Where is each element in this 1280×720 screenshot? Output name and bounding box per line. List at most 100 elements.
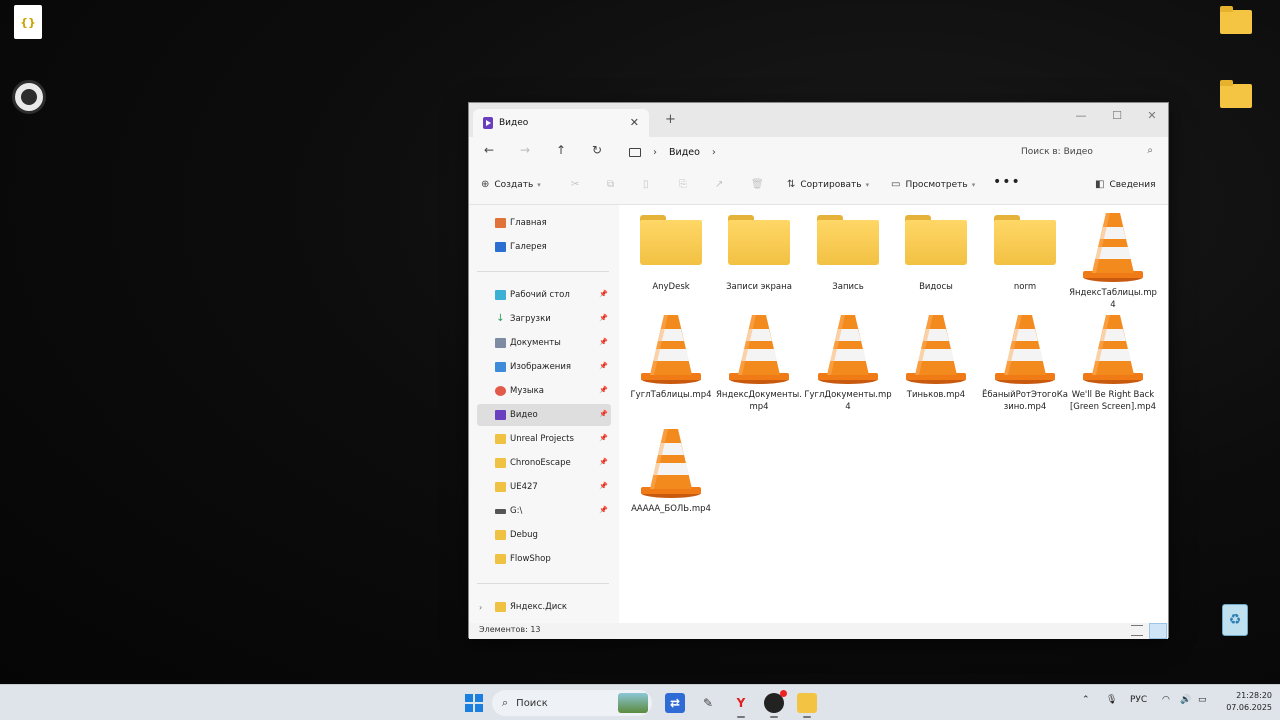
- close-button[interactable]: ✕: [1136, 105, 1168, 125]
- running-indicator: [803, 716, 811, 718]
- tab-video[interactable]: Видео ✕: [473, 109, 649, 137]
- details-pane-icon: ◧: [1095, 179, 1105, 190]
- sidebar-item[interactable]: UE427 📌: [477, 476, 611, 498]
- language-indicator[interactable]: РУС: [1130, 695, 1147, 705]
- file-name: Запись: [832, 282, 864, 292]
- details-view-icon[interactable]: [1131, 625, 1143, 636]
- video-file-item[interactable]: ЁбаныйРотЭтогоКазино.mp4: [981, 313, 1069, 413]
- folder-item[interactable]: AnyDesk: [627, 211, 715, 293]
- forward-button[interactable]: →: [515, 143, 535, 161]
- large-icons-view-icon[interactable]: [1149, 623, 1167, 639]
- clock[interactable]: 21:28:20 07.06.2025: [1220, 690, 1272, 714]
- sidebar-item[interactable]: Документы 📌: [477, 332, 611, 354]
- plus-circle-icon: ⊕: [481, 179, 490, 190]
- chevron-right-icon[interactable]: ›: [712, 147, 716, 158]
- sort-label: Сортировать: [800, 179, 862, 190]
- sidebar-item[interactable]: Главная: [477, 212, 611, 234]
- battery-icon[interactable]: ▭: [1198, 695, 1207, 705]
- pen-tablet-icon[interactable]: ✎: [698, 693, 718, 713]
- create-button[interactable]: ⊕ Создать ▾: [481, 179, 541, 190]
- command-bar: ⊕ Создать ▾ ✂ ⧉ ▯ ⎘ ↗ 🗑 ⇅ Сортировать ▾ …: [469, 167, 1168, 205]
- volume-icon[interactable]: 🔊: [1180, 695, 1191, 705]
- refresh-button[interactable]: ↻: [587, 143, 607, 161]
- address-bar: ← → ↑ ↻ › Видео › Поиск в: Видео ⌕: [469, 137, 1168, 167]
- video-file-item[interactable]: Тиньков.mp4: [892, 313, 980, 401]
- obs-icon[interactable]: [764, 690, 787, 713]
- folder-icon: [728, 215, 790, 265]
- taskbar-search[interactable]: ⌕ Поиск: [492, 690, 652, 716]
- folder-item[interactable]: norm: [981, 211, 1069, 293]
- sidebar-item[interactable]: FlowShop: [477, 548, 611, 570]
- video-file-item[interactable]: ААААА_БОЛЬ.mp4: [627, 427, 715, 515]
- more-options-button[interactable]: •••: [993, 174, 1021, 190]
- folder-item[interactable]: Записи экрана: [715, 211, 803, 293]
- video-file-item[interactable]: ГуглДокументы.mp4: [804, 313, 892, 413]
- wifi-icon[interactable]: ◠: [1162, 695, 1170, 705]
- paste-icon[interactable]: ▯: [643, 179, 649, 190]
- video-icon: [495, 410, 506, 420]
- yandex-browser-icon[interactable]: Y: [731, 693, 751, 713]
- show-hidden-icons[interactable]: ⌃: [1082, 695, 1090, 705]
- file-name: ЯндексТаблицы.mp4: [1069, 288, 1157, 310]
- folder-item[interactable]: Запись: [804, 211, 892, 293]
- video-file-item[interactable]: ЯндексТаблицы.mp4: [1069, 211, 1157, 311]
- video-file-item[interactable]: ГуглТаблицы.mp4: [627, 313, 715, 401]
- desktop-icon: [495, 290, 506, 300]
- folder-item[interactable]: Видосы: [892, 211, 980, 293]
- back-button[interactable]: ←: [479, 143, 499, 161]
- details-pane-button[interactable]: ◧ Сведения: [1095, 179, 1156, 190]
- breadcrumb[interactable]: › Видео ›: [621, 141, 1005, 163]
- folder-desktop-icon[interactable]: [1220, 6, 1252, 42]
- new-tab-button[interactable]: +: [665, 112, 676, 127]
- json-file-desktop-icon[interactable]: {}: [14, 5, 42, 39]
- expand-chevron-icon[interactable]: ›: [479, 603, 482, 612]
- create-label: Создать: [494, 179, 534, 190]
- folder-icon: [495, 434, 506, 444]
- sidebar-item[interactable]: Яндекс.Диск: [477, 596, 611, 618]
- copy-icon[interactable]: ⧉: [607, 179, 614, 190]
- vlc-cone-icon: [640, 313, 702, 385]
- this-pc-icon[interactable]: [629, 147, 641, 157]
- obs-desktop-icon[interactable]: [12, 80, 46, 114]
- sidebar-item[interactable]: Галерея: [477, 236, 611, 258]
- sidebar-item[interactable]: Видео 📌: [477, 404, 611, 426]
- search-icon: ⌕: [1147, 145, 1153, 156]
- title-bar: Видео ✕ + — ☐ ✕: [469, 103, 1168, 137]
- sidebar-item[interactable]: G:\ 📌: [477, 500, 611, 522]
- share-icon[interactable]: ↗: [715, 179, 723, 190]
- sort-icon: ⇅: [787, 179, 796, 190]
- rename-icon[interactable]: ⎘: [679, 179, 687, 190]
- sidebar-item-label: Видео: [510, 410, 538, 420]
- cut-icon[interactable]: ✂: [571, 179, 579, 190]
- maximize-button[interactable]: ☐: [1101, 105, 1133, 125]
- sidebar-item-label: Unreal Projects: [510, 434, 574, 444]
- file-explorer-icon[interactable]: [797, 693, 817, 713]
- start-button[interactable]: [465, 694, 483, 712]
- folder-desktop-icon[interactable]: [1220, 80, 1252, 116]
- breadcrumb-video[interactable]: Видео: [669, 147, 700, 158]
- video-file-item[interactable]: ЯндексДокументы.mp4: [715, 313, 803, 413]
- sidebar-item[interactable]: ↓ Загрузки 📌: [477, 308, 611, 330]
- search-placeholder: Поиск в: Видео: [1021, 147, 1093, 157]
- sidebar-item[interactable]: Рабочий стол 📌: [477, 284, 611, 306]
- sidebar-item-label: Загрузки: [510, 314, 551, 324]
- search-input[interactable]: Поиск в: Видео ⌕: [1011, 141, 1161, 163]
- sort-button[interactable]: ⇅ Сортировать ▾: [787, 179, 869, 190]
- tab-close-icon[interactable]: ✕: [630, 116, 639, 129]
- sidebar-item[interactable]: Unreal Projects 📌: [477, 428, 611, 450]
- up-button[interactable]: ↑: [551, 143, 571, 161]
- video-file-item[interactable]: We'll Be Right Back [Green Screen].mp4: [1069, 313, 1157, 413]
- sidebar-item[interactable]: ChronoEscape 📌: [477, 452, 611, 474]
- sidebar-item-label: G:\: [510, 506, 523, 516]
- sidebar-item[interactable]: Музыка 📌: [477, 380, 611, 402]
- microphone-icon[interactable]: 🎙: [1106, 695, 1117, 705]
- recycle-bin-icon[interactable]: ♻: [1222, 604, 1248, 636]
- folder-icon: [495, 602, 506, 612]
- chevron-right-icon[interactable]: ›: [653, 147, 657, 158]
- delete-icon[interactable]: 🗑: [751, 179, 764, 190]
- view-button[interactable]: ▭ Просмотреть ▾: [891, 179, 975, 190]
- remote-desktop-icon[interactable]: ⇄: [665, 693, 685, 713]
- sidebar-item[interactable]: Debug: [477, 524, 611, 546]
- minimize-button[interactable]: —: [1065, 105, 1097, 125]
- sidebar-item[interactable]: Изображения 📌: [477, 356, 611, 378]
